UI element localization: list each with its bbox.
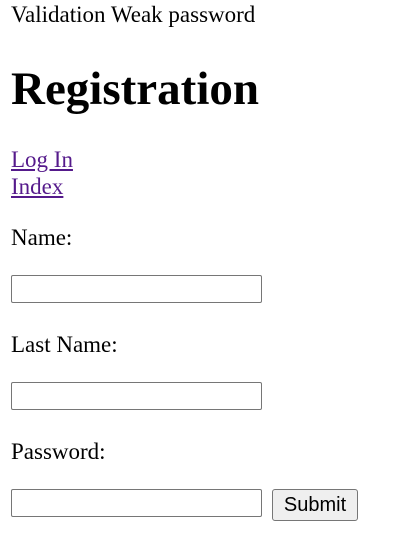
index-link[interactable]: Index xyxy=(11,173,63,200)
last-name-label: Last Name: xyxy=(11,332,118,357)
name-label: Name: xyxy=(11,225,73,250)
password-label: Password: xyxy=(11,439,106,464)
last-name-input[interactable] xyxy=(11,382,262,410)
nav-links: Log In Index xyxy=(11,146,73,200)
password-input[interactable] xyxy=(11,489,262,517)
login-link[interactable]: Log In xyxy=(11,146,73,173)
page-title: Registration xyxy=(11,63,260,115)
name-input[interactable] xyxy=(11,275,262,303)
validation-message: Validation Weak password xyxy=(11,2,256,27)
submit-button[interactable]: Submit xyxy=(272,489,358,521)
registration-page: Validation Weak password Registration Lo… xyxy=(11,0,396,521)
